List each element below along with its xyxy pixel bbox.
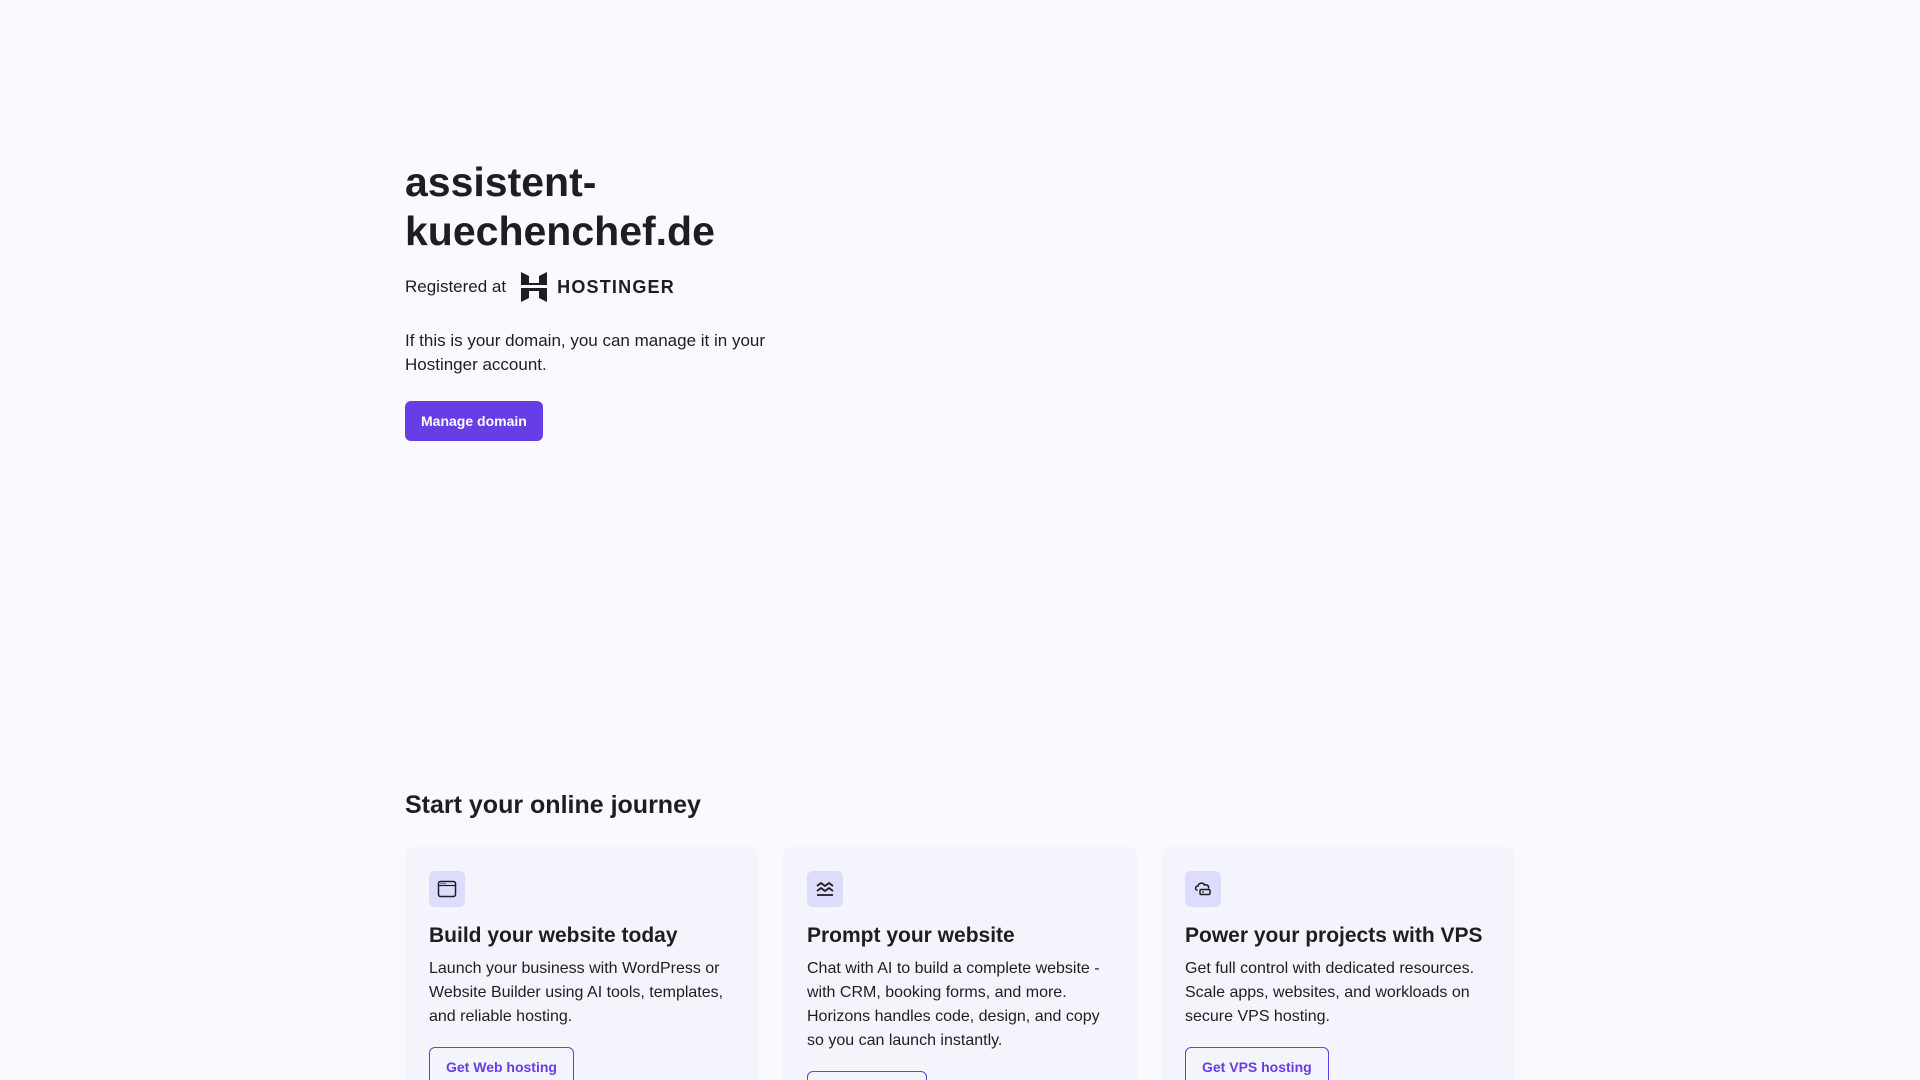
browser-window-icon — [429, 871, 465, 907]
horizons-waves-icon — [807, 871, 843, 907]
horizons-button[interactable] — [807, 1071, 927, 1080]
hostinger-wordmark: HOSTINGER — [557, 276, 675, 297]
card-description: Launch your business with WordPress or W… — [429, 960, 724, 1025]
offer-cards: Build your website today Launch your bus… — [405, 847, 1515, 1080]
card-description: Get full control with dedicated resource… — [1185, 960, 1475, 1025]
parked-domain-page: assistent-kuechenchef.de Registered at H… — [0, 0, 1920, 1080]
cloud-server-icon — [1185, 871, 1221, 907]
get-web-hosting-button[interactable]: Get Web hosting — [429, 1047, 574, 1080]
hostinger-logo-icon — [521, 272, 548, 302]
horizons-card: Prompt your website Chat with AI to buil… — [783, 847, 1137, 1080]
card-title: Power your projects with VPS — [1185, 924, 1483, 947]
card-title: Build your website today — [429, 924, 678, 947]
vps-card: Power your projects with VPS Get full co… — [1161, 847, 1515, 1080]
registered-label: Registered at — [405, 277, 507, 296]
domain-title: assistent-kuechenchef.de — [405, 159, 715, 254]
hero-section: assistent-kuechenchef.de Registered at H… — [405, 158, 765, 441]
domain-description: If this is your domain, you can manage i… — [405, 331, 766, 374]
card-description: Chat with AI to build a complete website… — [807, 960, 1100, 1049]
get-vps-hosting-button[interactable]: Get VPS hosting — [1185, 1047, 1329, 1080]
registrar-row: Registered at HOSTINGER — [405, 271, 765, 303]
web-hosting-card: Build your website today Launch your bus… — [405, 847, 759, 1080]
manage-domain-button[interactable]: Manage domain — [405, 401, 543, 441]
journey-title: Start your online journey — [405, 791, 701, 819]
hostinger-logo: HOSTINGER — [521, 272, 675, 302]
journey-section: Start your online journey Build your web… — [405, 790, 1515, 1080]
card-title: Prompt your website — [807, 924, 1015, 947]
